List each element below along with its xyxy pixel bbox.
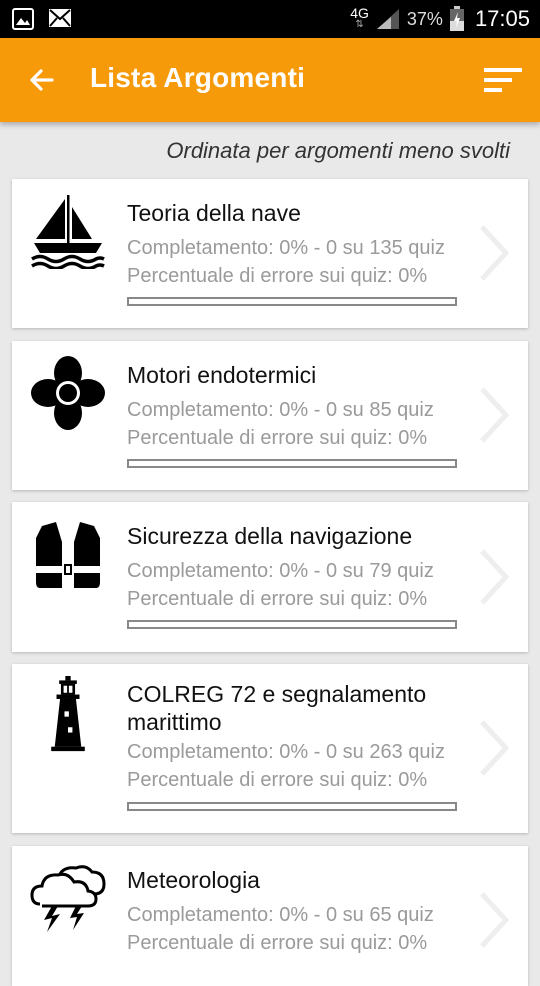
- sailboat-icon: [31, 195, 105, 269]
- signal-icon: [376, 9, 399, 29]
- propeller-icon: [31, 356, 105, 430]
- progress-bar: [127, 802, 457, 811]
- sort-order-label: Ordinata per argomenti meno svolti: [166, 138, 510, 163]
- topic-completion: Completamento: 0% - 0 su 135 quiz: [127, 237, 445, 259]
- topic-card-motori-endotermici[interactable]: Motori endotermici Completamento: 0% - 0…: [12, 341, 528, 490]
- topic-completion: Completamento: 0% - 0 su 85 quiz: [127, 399, 434, 421]
- topic-completion: Completamento: 0% - 0 su 79 quiz: [127, 560, 434, 582]
- life-vest-icon: [36, 522, 100, 588]
- topic-card-teoria-della-nave[interactable]: Teoria della nave Completamento: 0% - 0 …: [12, 179, 528, 328]
- status-bar-indicators: 4G ⇅ 37% 17:05: [350, 0, 530, 38]
- sort-icon[interactable]: [482, 64, 524, 96]
- page-title: Lista Argomenti: [90, 62, 306, 93]
- chevron-right-icon: [480, 387, 510, 443]
- topic-title: Teoria della nave: [127, 200, 301, 226]
- network-indicator: 4G ⇅: [350, 6, 369, 31]
- progress-bar: [127, 620, 457, 629]
- clock: 17:05: [474, 6, 530, 31]
- chevron-right-icon: [480, 892, 510, 948]
- app-bar: Lista Argomenti: [0, 38, 540, 122]
- lighthouse-icon: [51, 676, 85, 752]
- status-bar: 4G ⇅ 37% 17:05: [0, 0, 540, 38]
- topic-title: Meteorologia: [127, 867, 260, 893]
- topic-card-meteorologia[interactable]: Meteorologia Completamento: 0% - 0 su 65…: [12, 846, 528, 986]
- topic-error-rate: Percentuale di errore sui quiz: 0%: [127, 932, 428, 954]
- battery-percent: 37%: [406, 8, 443, 29]
- arrow-left-icon[interactable]: [22, 60, 62, 100]
- chevron-right-icon: [480, 549, 510, 605]
- topic-completion: Completamento: 0% - 0 su 65 quiz: [127, 904, 434, 926]
- image-icon: [12, 8, 34, 30]
- topic-error-rate: Percentuale di errore sui quiz: 0%: [127, 588, 428, 610]
- topic-error-rate: Percentuale di errore sui quiz: 0%: [127, 769, 428, 791]
- progress-bar: [127, 297, 457, 306]
- topic-error-rate: Percentuale di errore sui quiz: 0%: [127, 427, 428, 449]
- mail-icon: [49, 9, 71, 27]
- topic-error-rate: Percentuale di errore sui quiz: 0%: [127, 265, 428, 287]
- topic-title: Motori endotermici: [127, 362, 317, 388]
- topic-title: Sicurezza della navigazione: [127, 523, 413, 549]
- topic-card-colreg-72[interactable]: COLREG 72 e segnalamento marittimo Compl…: [12, 664, 528, 833]
- status-bar-notifications: [12, 8, 72, 30]
- topic-card-sicurezza-della-navigazione[interactable]: Sicurezza della navigazione Completament…: [12, 502, 528, 652]
- topic-completion: Completamento: 0% - 0 su 263 quiz: [127, 741, 445, 763]
- topic-title: COLREG 72 e segnalamento marittimo: [127, 681, 427, 735]
- battery-icon: [449, 6, 464, 31]
- storm-cloud-icon: [30, 865, 106, 932]
- progress-bar: [127, 459, 457, 468]
- chevron-right-icon: [480, 720, 510, 776]
- chevron-right-icon: [480, 225, 510, 281]
